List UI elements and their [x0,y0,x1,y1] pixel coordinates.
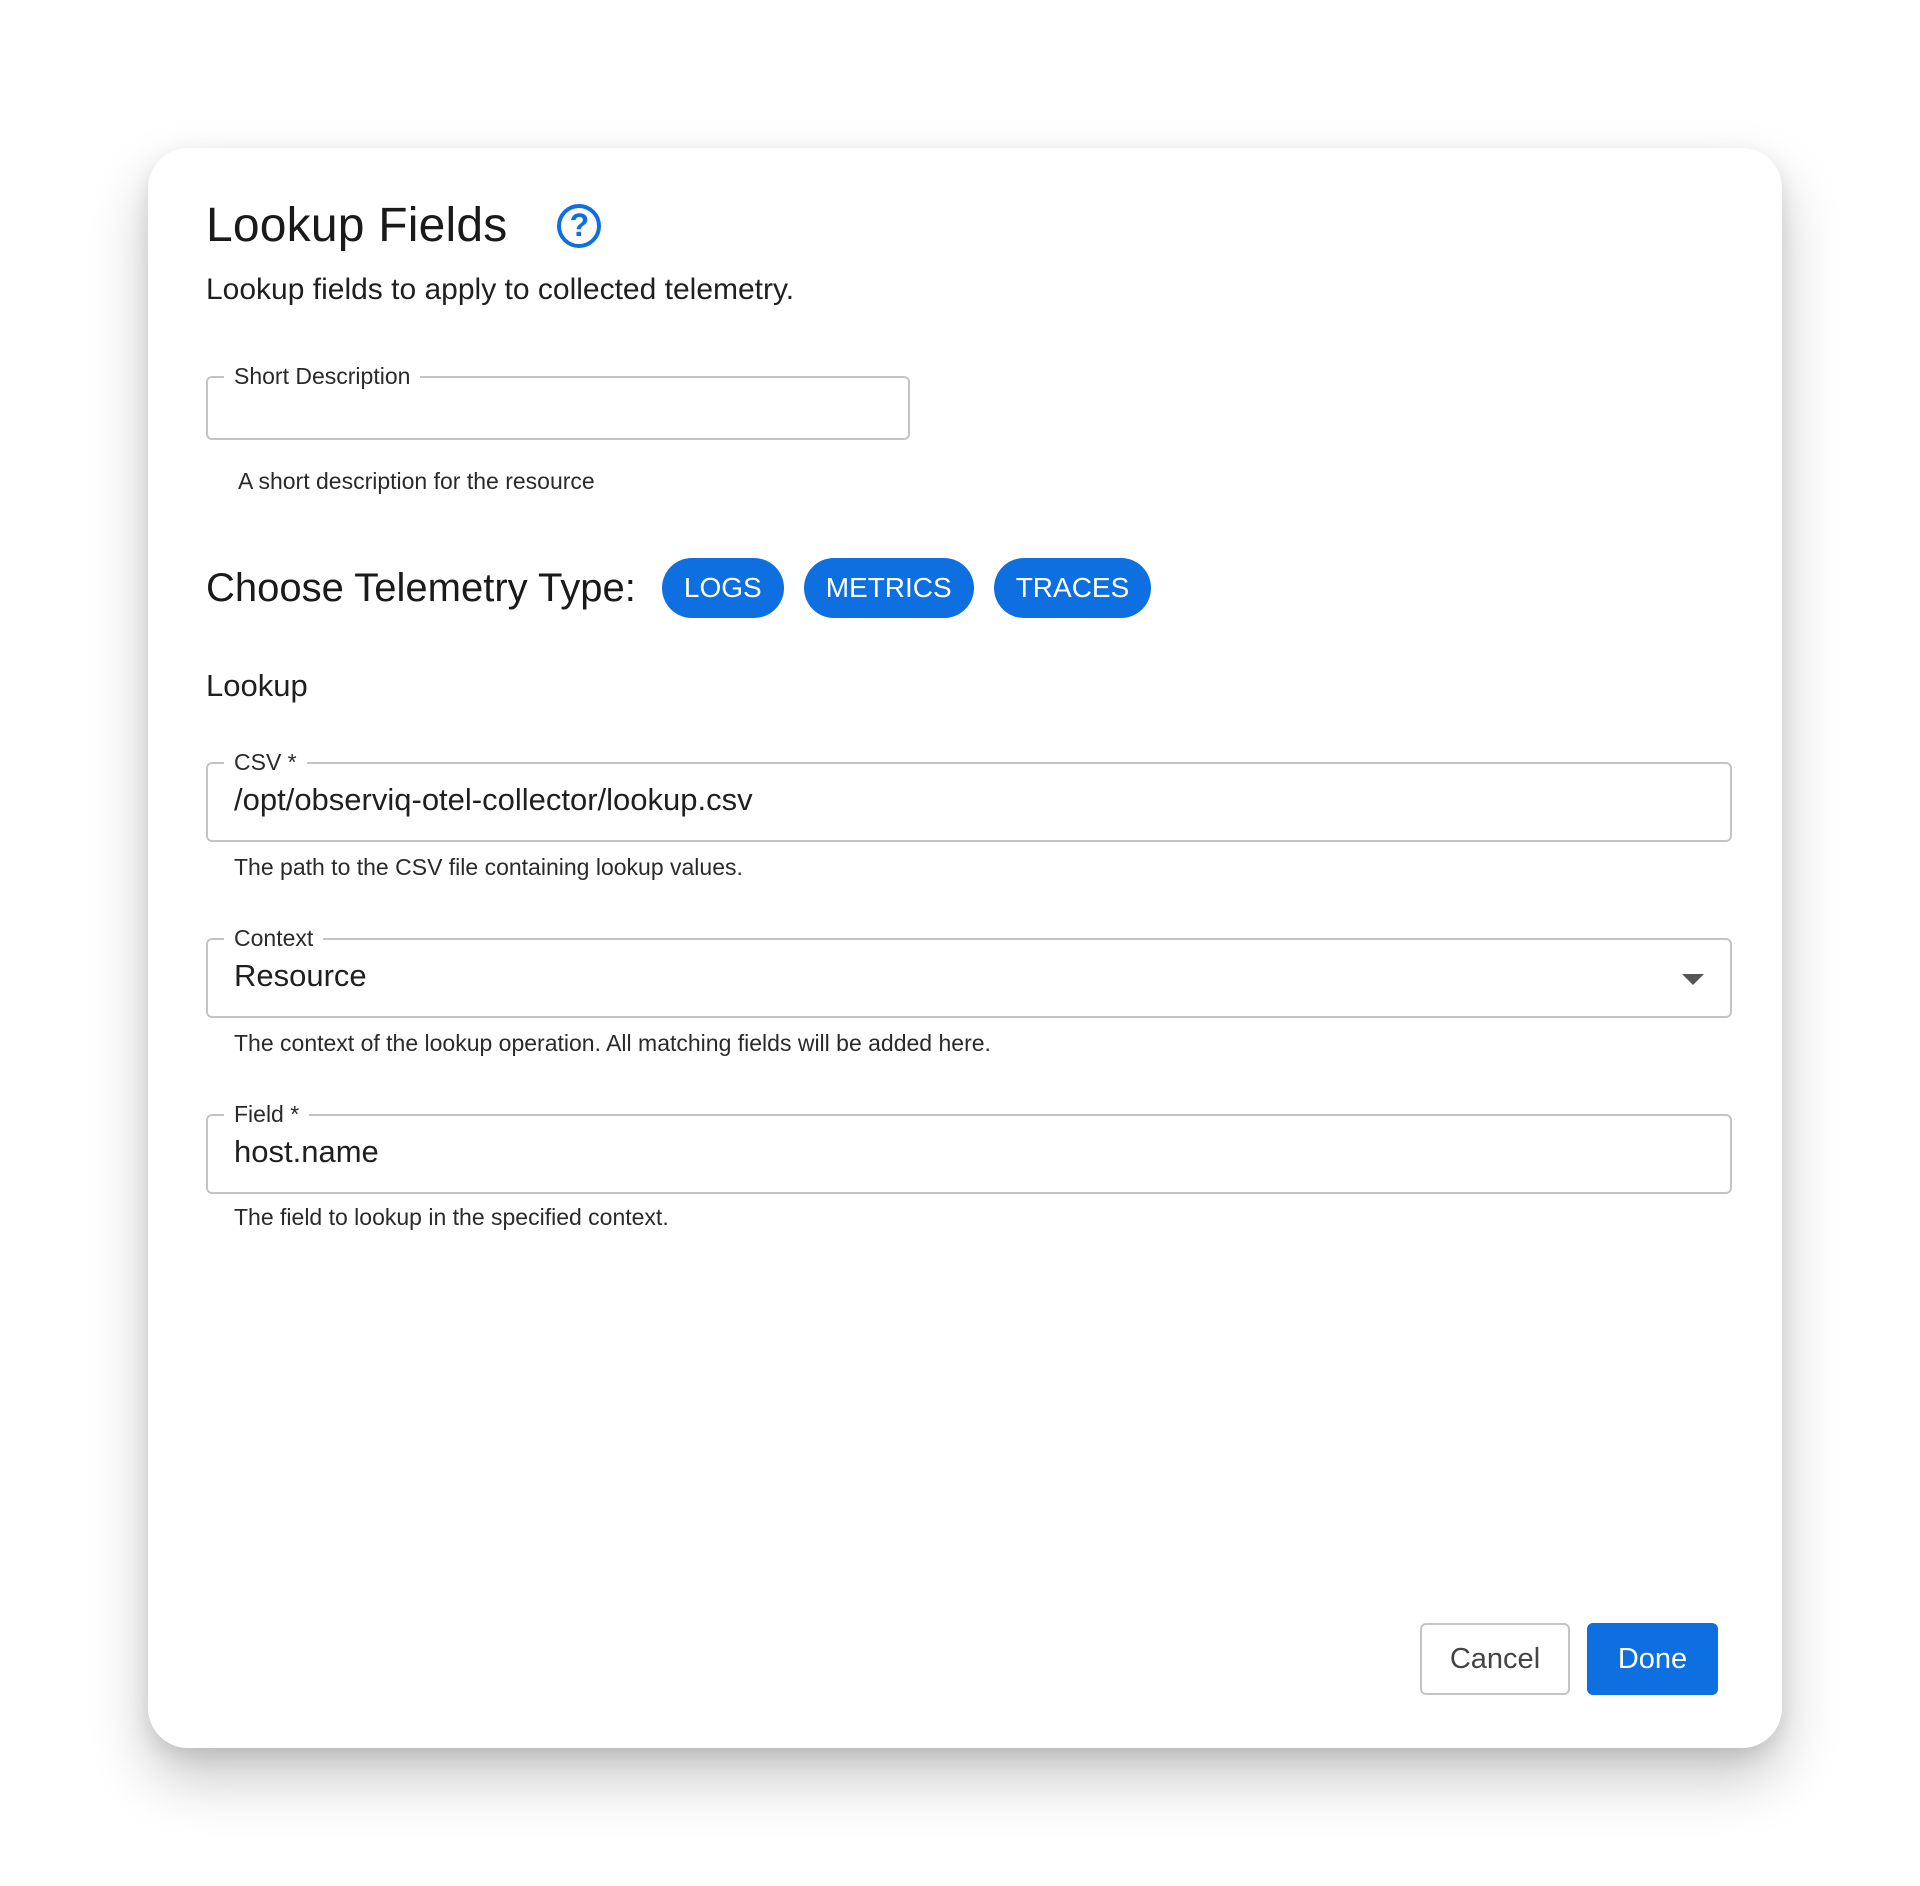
csv-value: /opt/observiq-otel-collector/lookup.csv [234,782,753,817]
chevron-down-icon[interactable] [1682,974,1704,985]
dialog-title: Lookup Fields [206,199,508,252]
chip-logs[interactable]: LOGS [661,558,784,618]
field-value: host.name [234,1134,379,1169]
context-label: Context [224,925,324,951]
cancel-button[interactable]: Cancel [1420,1623,1570,1695]
field-input[interactable]: Field * host.name [206,1101,1732,1194]
telemetry-type-label: Choose Telemetry Type: [206,565,636,610]
lookup-section-heading: Lookup [206,668,308,703]
telemetry-type-row: Choose Telemetry Type: LOGS METRICS TRAC… [206,558,1171,618]
context-helper: The context of the lookup operation. All… [234,1030,991,1056]
lookup-fields-dialog: Lookup Fields ? Lookup fields to apply t… [148,148,1782,1748]
csv-label: CSV * [224,749,307,775]
field-label: Field * [224,1101,310,1127]
short-description-field[interactable]: Short Description [206,363,910,440]
chip-traces[interactable]: TRACES [993,558,1152,618]
context-select[interactable]: Context Resource [206,925,1732,1018]
short-description-label: Short Description [224,363,421,389]
question-circle-icon[interactable]: ? [557,203,602,248]
field-helper: The field to lookup in the specified con… [234,1204,669,1230]
chip-metrics[interactable]: METRICS [803,558,974,618]
csv-helper: The path to the CSV file containing look… [234,854,743,880]
short-description-helper: A short description for the resource [238,468,595,494]
dialog-subtitle: Lookup fields to apply to collected tele… [206,273,795,306]
csv-field[interactable]: CSV * /opt/observiq-otel-collector/looku… [206,749,1732,842]
title-row: Lookup Fields ? [206,198,602,253]
context-value: Resource [234,958,367,993]
done-button[interactable]: Done [1587,1623,1718,1695]
